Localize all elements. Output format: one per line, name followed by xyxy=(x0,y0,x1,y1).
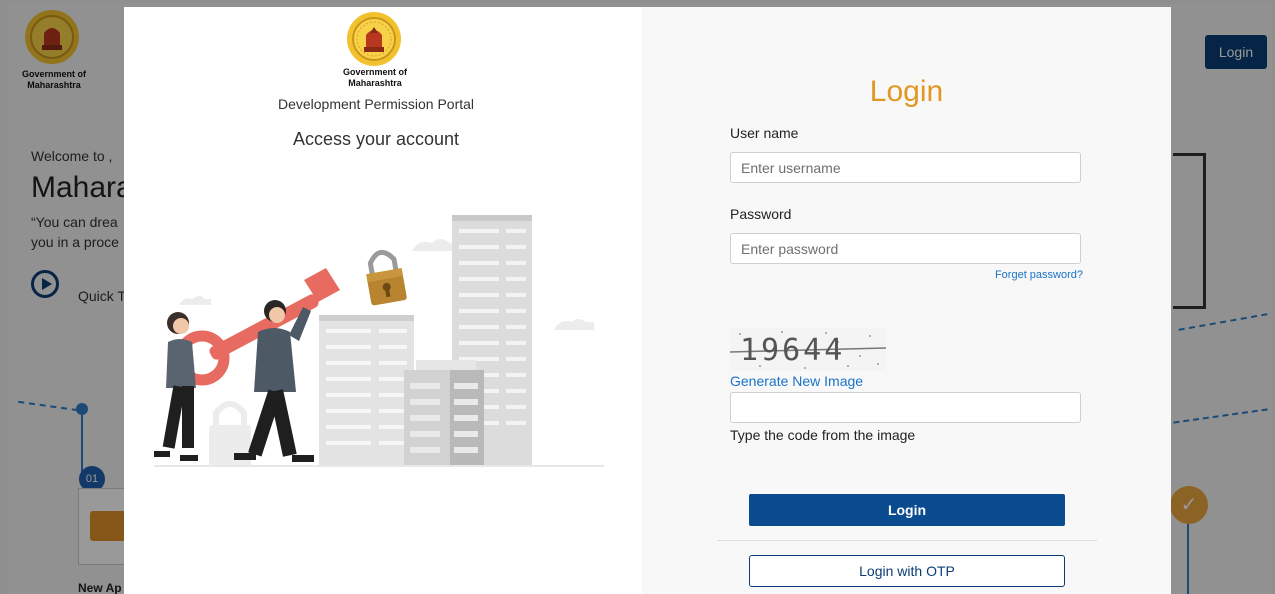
password-input[interactable] xyxy=(730,233,1081,264)
modal-left-panel: Government of Maharashtra Development Pe… xyxy=(124,7,642,594)
gov-name: Government of Maharashtra xyxy=(325,67,425,89)
login-button[interactable]: Login xyxy=(749,494,1065,526)
divider xyxy=(717,540,1097,541)
gov-name-line2: Maharashtra xyxy=(348,78,402,88)
gov-name-line1: Government of xyxy=(342,67,407,77)
username-label: User name xyxy=(730,125,799,141)
password-label: Password xyxy=(730,206,792,222)
login-heading: Login xyxy=(869,75,944,108)
portal-name: Development Permission Portal xyxy=(277,96,475,112)
username-input[interactable] xyxy=(730,152,1081,183)
login-with-otp-button[interactable]: Login with OTP xyxy=(749,555,1065,587)
access-account-heading: Access your account xyxy=(292,129,460,149)
generate-new-image-link[interactable]: Generate New Image xyxy=(730,373,863,389)
captcha-hint: Type the code from the image xyxy=(730,427,916,443)
login-modal: Government of Maharashtra Development Pe… xyxy=(124,7,1171,594)
modal-right-panel: Login User name Password Forget password… xyxy=(642,7,1171,594)
captcha-code: 19644 xyxy=(740,333,845,368)
state-emblem-icon xyxy=(347,12,401,66)
captcha-image: 19644 xyxy=(730,328,886,371)
key-lock-illustration xyxy=(154,215,604,467)
forget-password-link[interactable]: Forget password? xyxy=(642,269,1083,281)
captcha-input[interactable] xyxy=(730,392,1081,423)
